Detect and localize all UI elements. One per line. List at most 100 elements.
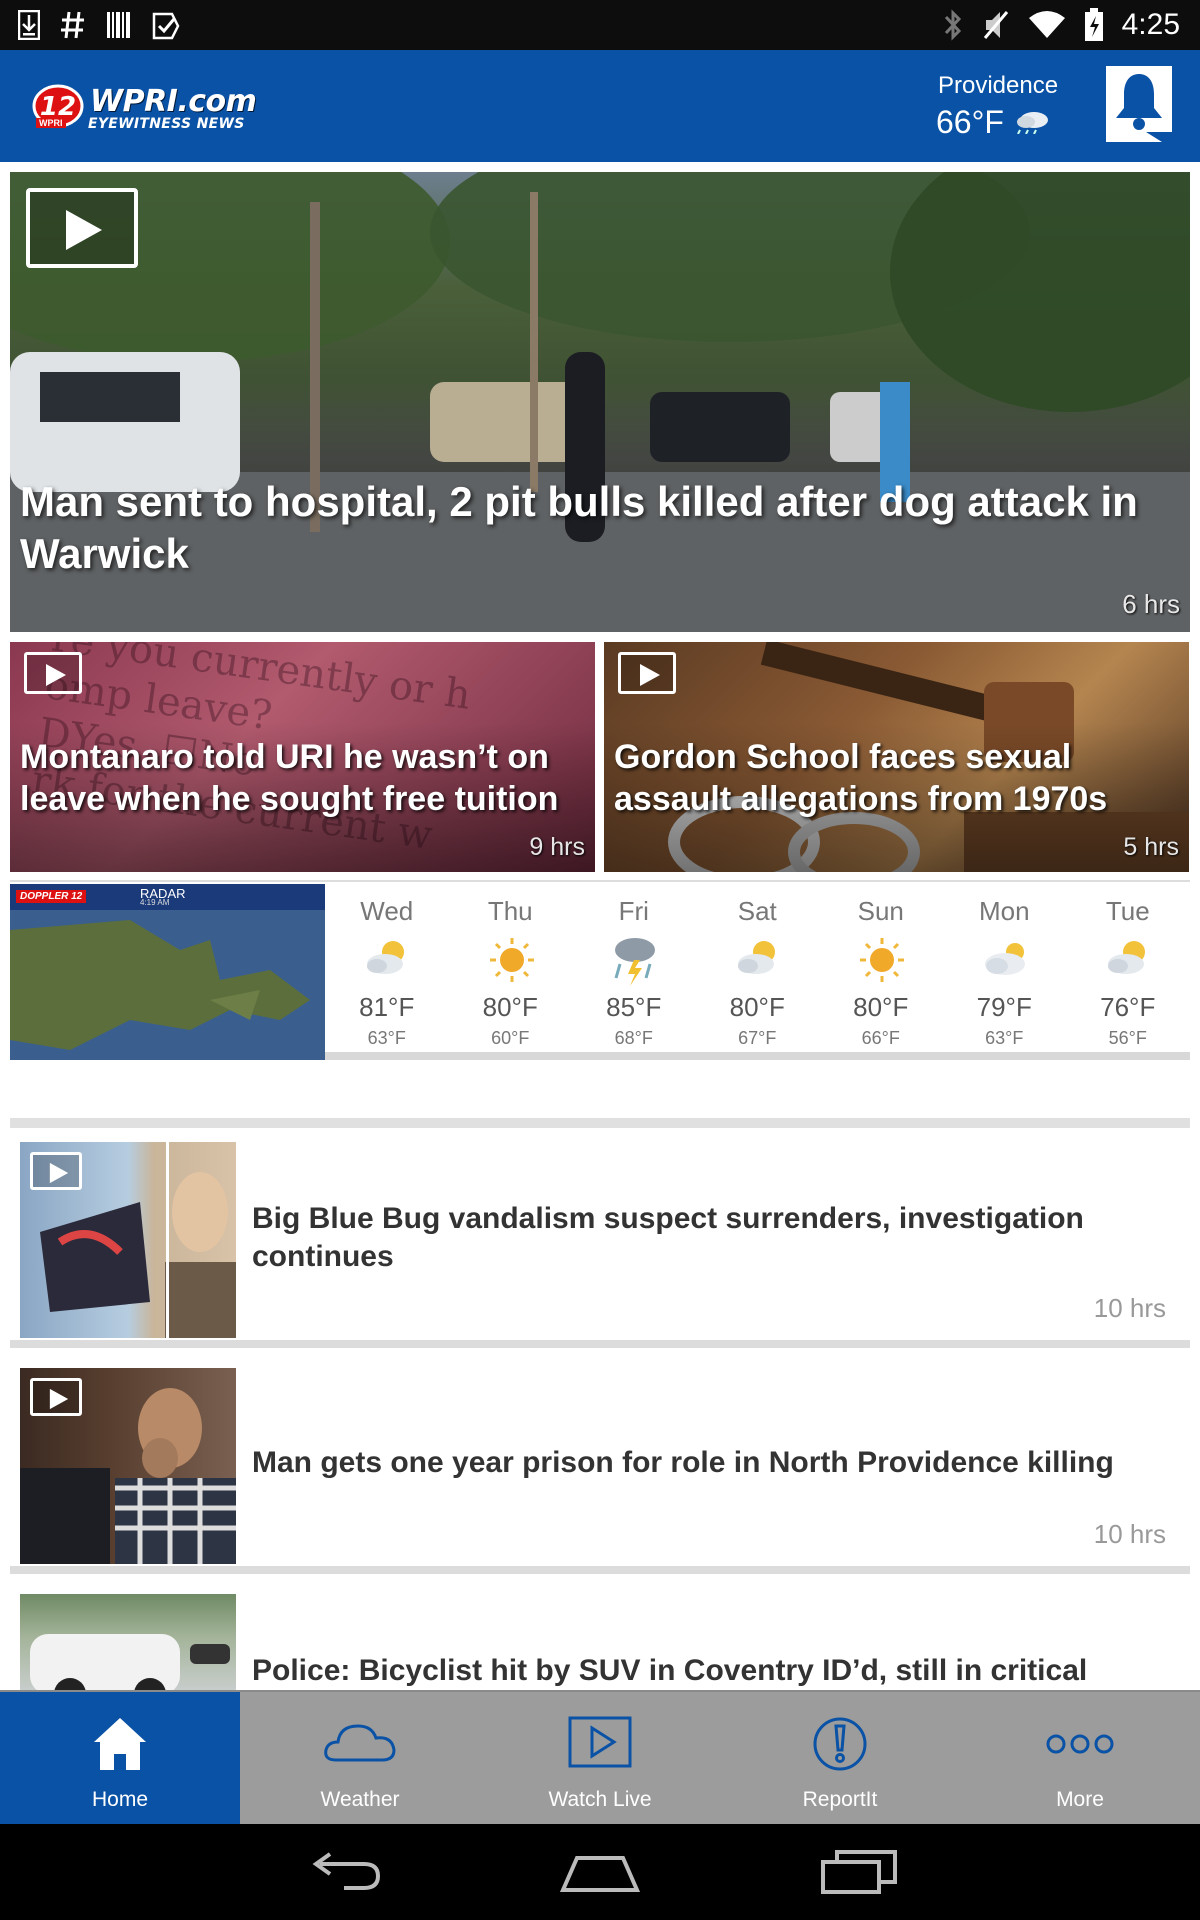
- bluetooth-icon: [944, 9, 961, 41]
- forecast-low: 63°F: [985, 1028, 1024, 1048]
- video-play-button[interactable]: [618, 652, 676, 694]
- bell-icon: [1106, 66, 1172, 142]
- system-navigation-bar: [0, 1824, 1200, 1920]
- mute-icon: [983, 11, 1008, 39]
- story-timestamp: 10 hrs: [1093, 1293, 1166, 1323]
- wifi-icon: [1028, 11, 1065, 38]
- weather-temperature: 66°F: [936, 104, 1004, 140]
- battery-icon: [1084, 8, 1103, 41]
- radar-thumbnail[interactable]: DOPPLER 12 RADAR 4:19 AM: [10, 884, 325, 1060]
- cloud-icon: [1017, 112, 1048, 134]
- list-item[interactable]: Big Blue Bug vandalism suspect surrender…: [10, 1130, 1190, 1348]
- play-icon: [640, 664, 660, 686]
- story-thumbnail: [20, 1594, 236, 1690]
- forecast-day-name: Fri: [618, 896, 649, 926]
- cloud-icon: [324, 1724, 396, 1762]
- check-icon: [152, 12, 180, 40]
- clock: 4:25: [1121, 8, 1180, 41]
- home-icon: [94, 1718, 146, 1770]
- radar-time: 4:19 AM: [140, 898, 170, 907]
- wpri-logo[interactable]: 12 WPRI WPRI.com EYEWITNESS NEWS: [32, 84, 302, 134]
- back-icon[interactable]: [300, 1846, 390, 1898]
- forecast-day-name: Mon: [978, 896, 1030, 926]
- list-item[interactable]: Police: Bicyclist hit by SUV in Coventry…: [10, 1582, 1190, 1690]
- radar-map: [10, 910, 325, 1060]
- nav-more[interactable]: More: [960, 1692, 1200, 1824]
- story-title: Big Blue Bug vandalism suspect surrender…: [252, 1202, 1084, 1273]
- forecast-high: 76°F: [1100, 992, 1156, 1022]
- logo-tag: WPRI: [36, 118, 66, 128]
- sunny-icon: [487, 934, 537, 986]
- forecast-day: Sat 80°F 67°F: [696, 882, 820, 1062]
- forecast-low: 60°F: [491, 1028, 530, 1048]
- hero-story[interactable]: Man sent to hospital, 2 pit bulls killed…: [10, 172, 1190, 632]
- forecast-high: 81°F: [359, 992, 415, 1022]
- forecast-high: 80°F: [729, 992, 785, 1022]
- nav-watch-live[interactable]: Watch Live: [480, 1692, 720, 1824]
- play-icon: [66, 210, 102, 250]
- forecast-low: 67°F: [738, 1028, 777, 1048]
- forecast-day: Mon 79°F 63°F: [943, 882, 1067, 1062]
- nav-label: More: [1056, 1788, 1104, 1811]
- video-play-button[interactable]: [24, 652, 82, 694]
- card-title: Montanaro told URI he wasn’t on leave wh…: [20, 738, 559, 818]
- story-title: Police: Bicyclist hit by SUV in Coventry…: [252, 1654, 1088, 1687]
- app-header: 12 WPRI WPRI.com EYEWITNESS NEWS Provide…: [0, 50, 1200, 162]
- forecast-high: 79°F: [976, 992, 1032, 1022]
- weather-city: Providence: [938, 72, 1059, 99]
- home-outline-icon[interactable]: [555, 1846, 645, 1898]
- story-thumbnail: [20, 1142, 236, 1338]
- play-icon: [46, 664, 66, 686]
- partly-cloudy-icon: [363, 934, 413, 986]
- exclamation-icon: [813, 1717, 867, 1771]
- forecast-day-name: Thu: [487, 896, 533, 926]
- card-timestamp: 5 hrs: [1123, 833, 1179, 861]
- video-play-button[interactable]: [26, 188, 138, 268]
- forecast-day-name: Tue: [1105, 896, 1150, 926]
- notifications-button[interactable]: [1106, 66, 1172, 142]
- play-icon: [49, 1388, 69, 1410]
- forecast-high: 80°F: [482, 992, 538, 1022]
- thunderstorm-icon: [610, 934, 660, 986]
- nav-home[interactable]: Home: [0, 1692, 240, 1824]
- list-item[interactable]: Man gets one year prison for role in Nor…: [10, 1356, 1190, 1574]
- forecast-low: 56°F: [1108, 1028, 1147, 1048]
- forecast-high: 80°F: [853, 992, 909, 1022]
- forecast-day: Thu 80°F 60°F: [449, 882, 573, 1062]
- more-icon: [1046, 1734, 1114, 1754]
- download-icon: [18, 10, 40, 40]
- forecast-low: 68°F: [614, 1028, 653, 1048]
- forecast-day-name: Sat: [737, 896, 777, 926]
- forecast-days: Wed 81°F 63°F Thu 80°F 60°F Fri 85°F 68°F Sat 80°F…: [325, 882, 1190, 1062]
- nav-label: Home: [91, 1788, 149, 1811]
- recents-icon[interactable]: [815, 1846, 905, 1898]
- barcode-icon: [107, 12, 130, 38]
- forecast-day: Tue 76°F 56°F: [1066, 882, 1190, 1062]
- forecast-low: 66°F: [861, 1028, 900, 1048]
- partly-cloudy-icon: [1104, 934, 1154, 986]
- story-timestamp: 10 hrs: [1093, 1519, 1166, 1549]
- video-play-button[interactable]: [30, 1378, 82, 1416]
- forecast-day-name: Sun: [857, 896, 904, 926]
- partly-cloudy-icon: [734, 934, 784, 986]
- nav-reportit[interactable]: ReportIt: [720, 1692, 960, 1824]
- bottom-navigation: Home Weather Watch Live ReportIt More: [0, 1690, 1200, 1824]
- radar-brand: DOPPLER 12: [16, 890, 87, 903]
- status-bar: 4:25: [0, 0, 1200, 50]
- sunny-icon: [857, 934, 907, 986]
- forecast-day: Fri 85°F 68°F: [572, 882, 696, 1062]
- video-play-button[interactable]: [30, 1152, 82, 1190]
- mostly-cloudy-icon: [981, 934, 1031, 986]
- nav-weather[interactable]: Weather: [240, 1692, 480, 1824]
- card-timestamp: 9 hrs: [529, 833, 585, 861]
- logo-text: WPRI.com: [90, 84, 257, 119]
- weather-forecast-strip[interactable]: DOPPLER 12 RADAR 4:19 AM Wed 81°F 63°F Thu 8…: [10, 880, 1190, 1060]
- forecast-day: Sun 80°F 66°F: [819, 882, 943, 1062]
- logo-subtitle: EYEWITNESS NEWS: [88, 116, 245, 132]
- story-card[interactable]: Gordon School faces sexual assault alleg…: [604, 642, 1189, 872]
- nav-label: ReportIt: [802, 1788, 878, 1811]
- story-card[interactable]: re you currently or h omp leave? DYes ☐N…: [10, 642, 595, 872]
- hero-title: Man sent to hospital, 2 pit bulls killed…: [20, 478, 1138, 577]
- card-title: Gordon School faces sexual assault alleg…: [614, 738, 1108, 818]
- play-icon: [49, 1162, 69, 1184]
